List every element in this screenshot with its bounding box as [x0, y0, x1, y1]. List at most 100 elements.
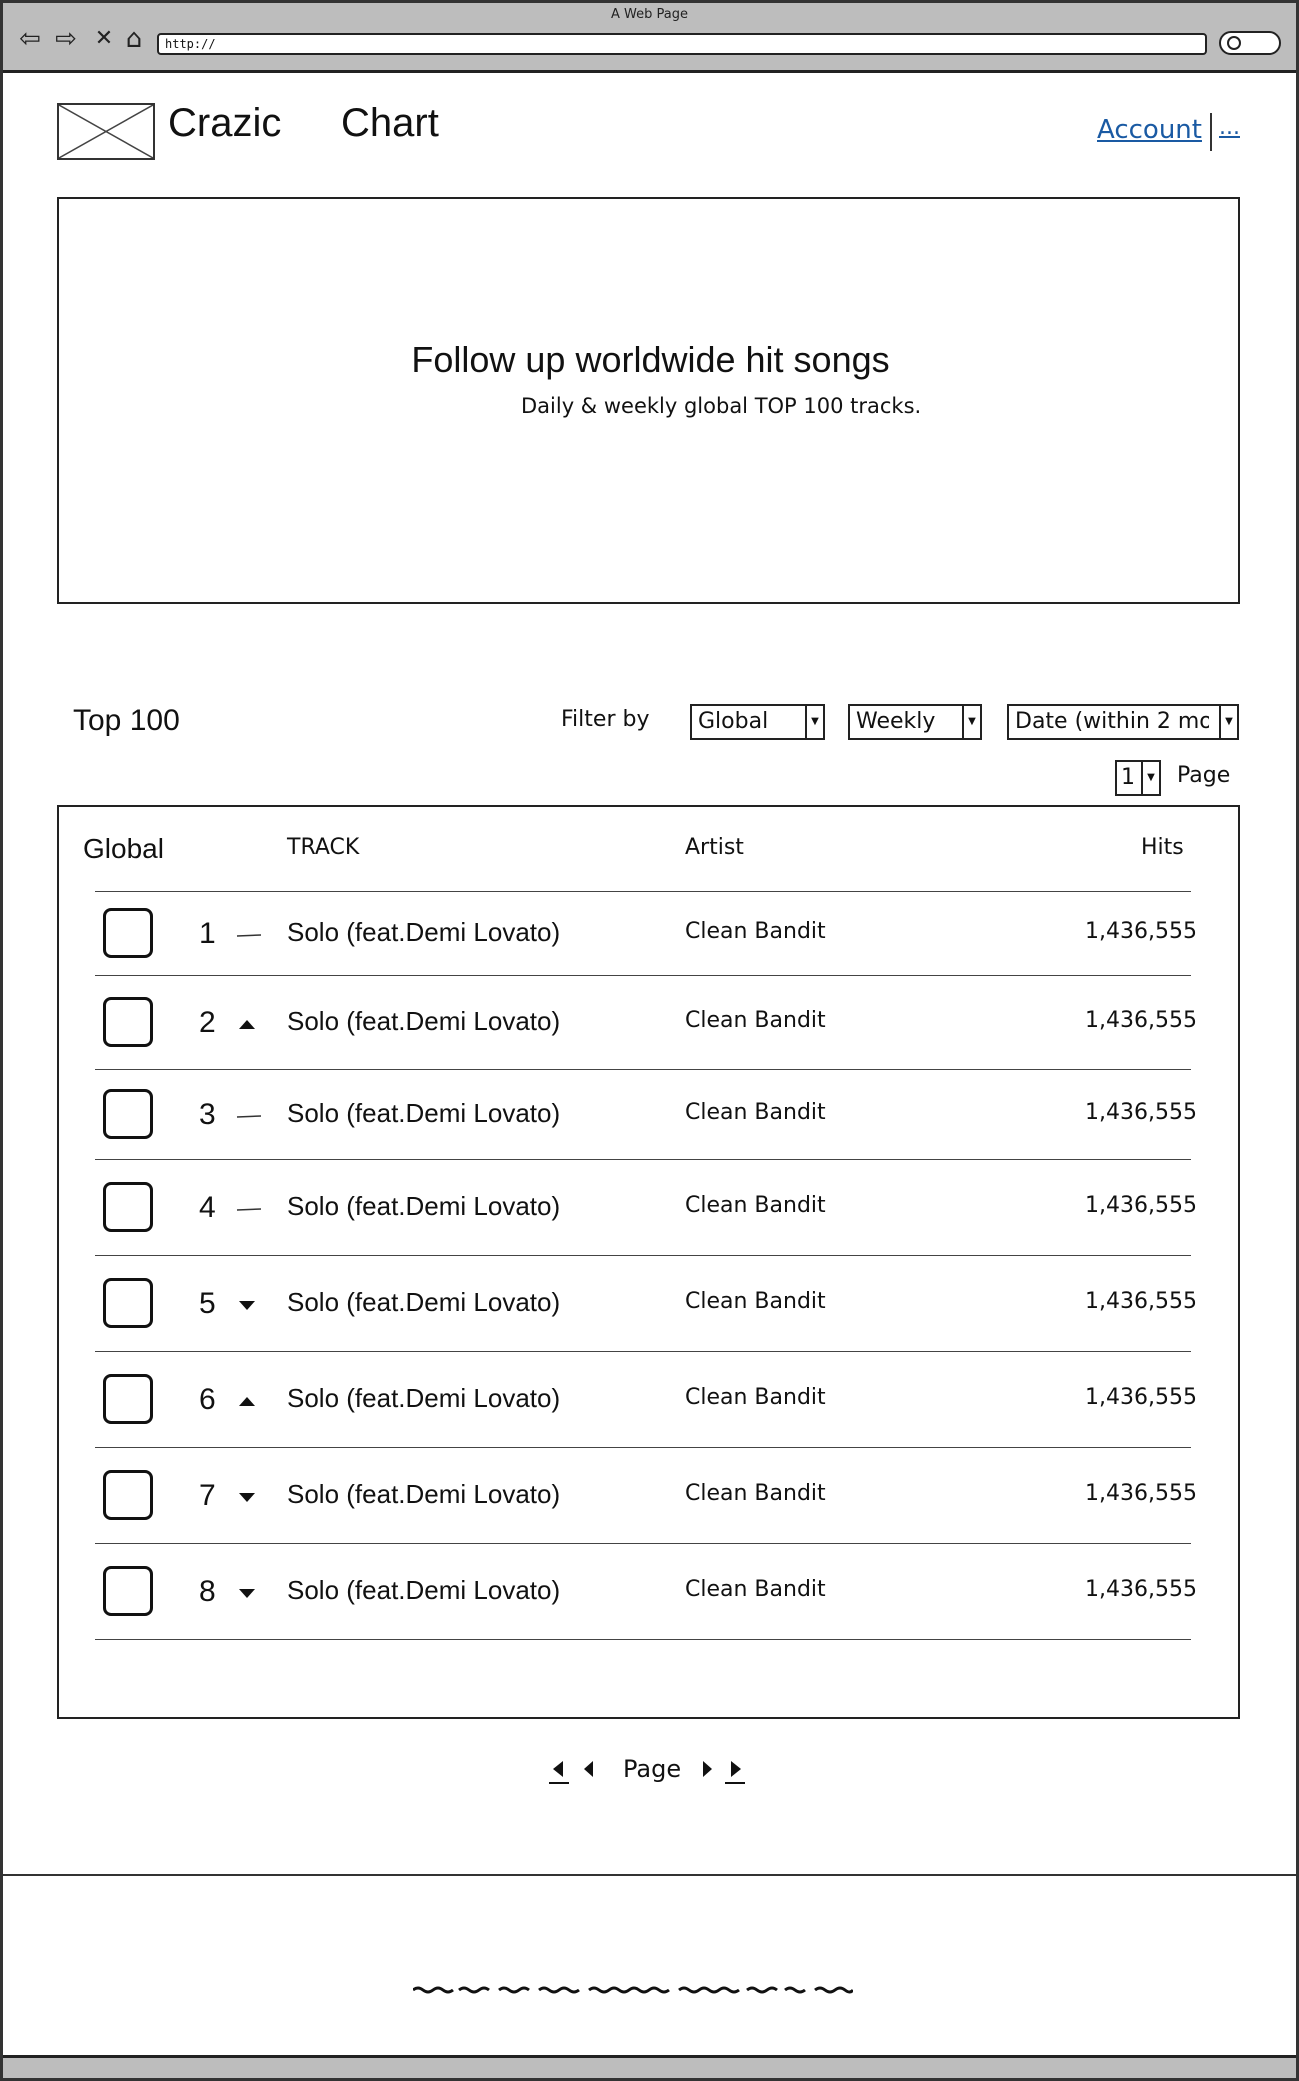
hits-count: 1,436,555 — [1085, 1481, 1197, 1506]
rank-number: 8 — [199, 1575, 216, 1608]
hits-count: 1,436,555 — [1085, 919, 1197, 944]
chevron-right-icon — [703, 1761, 712, 1777]
browser-search-box[interactable] — [1219, 31, 1281, 55]
last-page-icon — [725, 1761, 745, 1784]
rank-number: 5 — [199, 1287, 216, 1320]
link-divider — [1210, 113, 1212, 151]
url-bar[interactable]: http:// — [157, 33, 1207, 55]
hits-count: 1,436,555 — [1085, 1008, 1197, 1033]
stop-icon[interactable]: ✕ — [89, 25, 119, 53]
prev-page-button[interactable] — [581, 1757, 597, 1787]
back-icon[interactable]: ⇦ — [15, 25, 45, 53]
footer-scribble — [413, 1986, 853, 1994]
filter-label: Filter by — [561, 707, 650, 732]
pagination: Page — [547, 1753, 757, 1797]
artist-name[interactable]: Clean Bandit — [685, 1385, 826, 1410]
rank-number: 1 — [199, 917, 216, 950]
trend-up-icon — [235, 1393, 259, 1413]
account-link[interactable]: Account — [1097, 115, 1202, 145]
artist-name[interactable]: Clean Bandit — [685, 1289, 826, 1314]
table-row[interactable]: 7 Solo (feat.Demi Lovato) Clean Bandit 1,43… — [59, 1447, 1239, 1543]
chevron-left-icon — [584, 1761, 593, 1777]
track-title[interactable]: Solo (feat.Demi Lovato) — [287, 1479, 560, 1510]
track-title[interactable]: Solo (feat.Demi Lovato) — [287, 1575, 560, 1606]
next-page-button[interactable] — [699, 1757, 715, 1787]
table-row[interactable]: 4 Solo (feat.Demi Lovato) Clean Bandit 1,43… — [59, 1159, 1239, 1255]
artist-name[interactable]: Clean Bandit — [685, 1008, 826, 1033]
column-header-track: TRACK — [287, 835, 360, 860]
row-checkbox[interactable] — [103, 1278, 153, 1328]
table-row[interactable]: 1 Solo (feat.Demi Lovato) Clean Bandit 1,43… — [59, 891, 1239, 975]
row-checkbox[interactable] — [103, 1470, 153, 1520]
chevron-down-icon: ▼ — [962, 706, 980, 738]
period-select[interactable]: Weekly ▼ — [848, 704, 982, 740]
trend-up-icon — [235, 1016, 259, 1036]
row-checkbox[interactable] — [103, 1089, 153, 1139]
artist-name[interactable]: Clean Bandit — [685, 1100, 826, 1125]
track-title[interactable]: Solo (feat.Demi Lovato) — [287, 1287, 560, 1318]
trend-down-icon — [235, 1585, 259, 1605]
window-title: A Web Page — [611, 7, 688, 22]
artist-name[interactable]: Clean Bandit — [685, 919, 826, 944]
trend-same-icon — [235, 927, 262, 947]
rank-number: 3 — [199, 1098, 216, 1131]
table-row[interactable]: 3 Solo (feat.Demi Lovato) Clean Bandit 1,43… — [59, 1069, 1239, 1159]
page-select[interactable]: 1 ▼ — [1115, 760, 1161, 796]
hits-count: 1,436,555 — [1085, 1385, 1197, 1410]
brand-name: Crazic — [168, 101, 282, 145]
status-bar — [3, 2055, 1296, 2078]
region-select-value: Global — [698, 709, 769, 734]
chart-table: Global TRACK Artist Hits 1 Solo (feat.Dem… — [57, 805, 1240, 1719]
rank-number: 7 — [199, 1479, 216, 1512]
trend-down-icon — [235, 1489, 259, 1509]
last-page-button[interactable] — [723, 1757, 747, 1793]
row-checkbox[interactable] — [103, 908, 153, 958]
table-row[interactable]: 8 Solo (feat.Demi Lovato) Clean Bandit 1,43… — [59, 1543, 1239, 1639]
browser-toolbar: A Web Page ⇦ ⇨ ✕ ⌂ http:// — [3, 3, 1296, 73]
logo-placeholder — [57, 103, 155, 160]
table-section-label: Global — [83, 833, 164, 864]
row-checkbox[interactable] — [103, 1182, 153, 1232]
nav-chart[interactable]: Chart — [341, 101, 439, 146]
table-row[interactable]: 5 Solo (feat.Demi Lovato) Clean Bandit 1,43… — [59, 1255, 1239, 1351]
artist-name[interactable]: Clean Bandit — [685, 1481, 826, 1506]
search-icon — [1227, 36, 1241, 50]
column-header-hits: Hits — [1141, 835, 1184, 860]
hits-count: 1,436,555 — [1085, 1289, 1197, 1314]
track-title[interactable]: Solo (feat.Demi Lovato) — [287, 1383, 560, 1414]
home-icon[interactable]: ⌂ — [119, 25, 149, 53]
rank-number: 2 — [199, 1006, 216, 1039]
track-title[interactable]: Solo (feat.Demi Lovato) — [287, 917, 560, 948]
date-select-value: Date (within 2 months) — [1015, 709, 1209, 734]
track-title[interactable]: Solo (feat.Demi Lovato) — [287, 1098, 560, 1129]
track-title[interactable]: Solo (feat.Demi Lovato) — [287, 1006, 560, 1037]
chevron-down-icon: ▼ — [805, 706, 823, 738]
artist-name[interactable]: Clean Bandit — [685, 1193, 826, 1218]
trend-same-icon — [235, 1201, 262, 1221]
date-select[interactable]: Date (within 2 months) ▼ — [1007, 704, 1239, 740]
chevron-down-icon: ▼ — [1141, 762, 1159, 794]
row-checkbox[interactable] — [103, 1566, 153, 1616]
hero-title: Follow up worldwide hit songs — [411, 339, 890, 380]
table-row[interactable]: 6 Solo (feat.Demi Lovato) Clean Bandit 1,43… — [59, 1351, 1239, 1447]
period-select-value: Weekly — [856, 709, 936, 734]
forward-icon[interactable]: ⇨ — [51, 25, 81, 53]
more-link[interactable]: ... — [1219, 115, 1240, 140]
row-checkbox[interactable] — [103, 1374, 153, 1424]
browser-window: A Web Page ⇦ ⇨ ✕ ⌂ http:// Crazic Chart … — [0, 0, 1299, 2081]
artist-name[interactable]: Clean Bandit — [685, 1577, 826, 1602]
table-row[interactable]: 2 Solo (feat.Demi Lovato) Clean Bandit 1,43… — [59, 975, 1239, 1069]
first-page-button[interactable] — [547, 1757, 569, 1793]
row-divider — [95, 1639, 1191, 1640]
hits-count: 1,436,555 — [1085, 1577, 1197, 1602]
region-select[interactable]: Global ▼ — [690, 704, 825, 740]
image-placeholder-icon — [58, 104, 154, 159]
track-title[interactable]: Solo (feat.Demi Lovato) — [287, 1191, 560, 1222]
row-checkbox[interactable] — [103, 997, 153, 1047]
footer-divider — [3, 1874, 1299, 1876]
trend-same-icon — [235, 1108, 262, 1128]
chevron-down-icon: ▼ — [1219, 706, 1237, 738]
section-title: Top 100 — [73, 704, 180, 737]
page-select-label: Page — [1177, 763, 1231, 788]
rank-number: 4 — [199, 1191, 216, 1224]
